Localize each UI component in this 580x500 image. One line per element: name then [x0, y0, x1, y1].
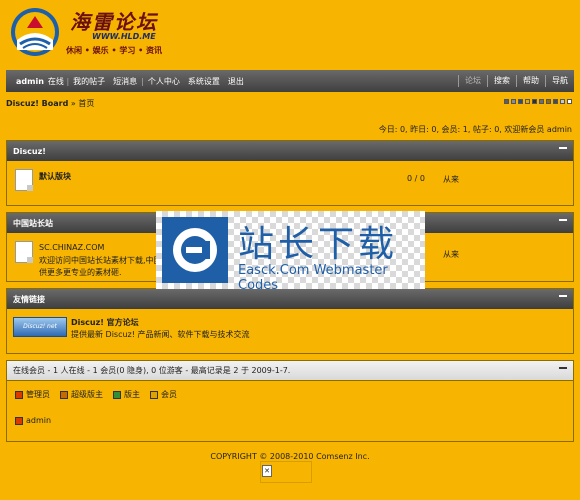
forum-status-icon	[15, 241, 33, 263]
forum-last-post: 从来	[443, 175, 459, 184]
discuz-link-logo[interactable]: Discuz! net	[13, 317, 67, 337]
broken-image-icon: ✕	[262, 465, 272, 477]
link-name[interactable]: Discuz! 官方论坛	[71, 317, 139, 328]
legend-label: 管理员	[26, 390, 50, 399]
forum-status-icon	[15, 169, 33, 191]
forum-last-post: 从来	[443, 250, 459, 259]
nav-my-posts[interactable]: 我的帖子	[69, 76, 109, 87]
style-swatch[interactable]	[546, 99, 551, 104]
forum-description-line: 供更多更专业的素材砸.	[39, 268, 122, 277]
moderator-icon	[113, 390, 121, 399]
breadcrumb-sep: »	[70, 99, 76, 108]
member-icon	[150, 390, 158, 399]
breadcrumb-board[interactable]: Discuz! Board	[6, 99, 68, 108]
nav-navigation[interactable]: 导航	[545, 75, 574, 87]
collapse-icon[interactable]	[559, 147, 567, 149]
category-header: Discuz!	[7, 141, 573, 161]
style-swatch[interactable]	[511, 99, 516, 104]
legend-member: 会员	[150, 389, 177, 400]
legend-super-moderator: 超级版主	[60, 389, 103, 400]
category-discuz: Discuz! 默认版块 0 / 0 从来	[6, 140, 574, 206]
online-user-item: admin	[7, 400, 573, 425]
collapse-icon[interactable]	[559, 219, 567, 221]
watermark-cn: 站长下载	[238, 224, 399, 265]
forum-row: 默认版块 0 / 0 从来	[7, 161, 573, 205]
online-username[interactable]: admin	[26, 416, 51, 425]
nav-logout[interactable]: 退出	[224, 76, 248, 87]
super-moderator-icon	[60, 390, 68, 399]
style-swatch[interactable]	[518, 99, 523, 104]
legend-admin: 管理员	[15, 389, 50, 400]
nav-online-status: 在线	[47, 76, 64, 86]
style-swatch[interactable]	[525, 99, 530, 104]
nav-forum[interactable]: 论坛	[458, 75, 487, 87]
top-navbar: admin 在线 | 我的帖子 短消息 | 个人中心 系统设置 退出 论坛 搜索…	[6, 70, 574, 92]
link-description: 提供最新 Discuz! 产品新闻、软件下载与技术交流	[71, 330, 250, 339]
style-swatch[interactable]	[532, 99, 537, 104]
style-swatch[interactable]	[504, 99, 509, 104]
online-header: 在线会员 - 1 人在线 - 1 会员(0 隐身), 0 位游客 - 最高记录是…	[7, 361, 573, 381]
style-swatch[interactable]	[567, 99, 572, 104]
online-members-section: 在线会员 - 1 人在线 - 1 会员(0 隐身), 0 位游客 - 最高记录是…	[6, 360, 574, 442]
site-header: 海雷论坛 WWW.HLD.ME 休闲 • 娱乐 • 学习 • 资讯	[0, 0, 580, 70]
watermark-en: Easck.Com Webmaster Codes	[238, 263, 388, 293]
breadcrumb: Discuz! Board » 首页	[6, 98, 94, 109]
legend-label: 超级版主	[71, 390, 103, 399]
nav-settings[interactable]: 系统设置	[184, 76, 224, 87]
site-url: WWW.HLD.ME	[92, 32, 156, 41]
style-switcher	[504, 99, 572, 104]
nav-messages[interactable]: 短消息	[109, 76, 141, 87]
style-swatch[interactable]	[539, 99, 544, 104]
legend-label: 版主	[124, 390, 140, 399]
online-summary: 在线会员 - 1 人在线 - 1 会员(0 隐身), 0 位游客 - 最高记录是…	[13, 366, 291, 375]
legend-label: 会员	[161, 390, 177, 399]
forum-stats: 今日: 0, 昨日: 0, 会员: 1, 帖子: 0, 欢迎新会员 admin	[378, 125, 572, 134]
nav-search[interactable]: 搜索	[487, 75, 516, 87]
category-title[interactable]: Discuz!	[13, 147, 46, 156]
forum-topic-post-count: 0 / 0	[407, 174, 425, 183]
collapse-icon[interactable]	[559, 295, 567, 297]
link-row: Discuz! net Discuz! 官方论坛 提供最新 Discuz! 产品…	[7, 309, 573, 353]
footer-copyright: COPYRIGHT © 2008-2010 Comsenz Inc.	[210, 452, 370, 461]
watermark-overlay: 站长下载 Easck.Com Webmaster Codes	[156, 211, 425, 293]
site-title: 海雷论坛	[70, 10, 158, 34]
forum-name[interactable]: 默认版块	[39, 171, 71, 182]
nav-username[interactable]: admin	[12, 77, 48, 86]
member-legend: 管理员 超级版主 版主 会员	[7, 381, 573, 400]
nav-profile[interactable]: 个人中心	[144, 76, 184, 87]
links-title: 友情链接	[13, 294, 45, 304]
friend-links-section: 友情链接 Discuz! net Discuz! 官方论坛 提供最新 Discu…	[6, 288, 574, 354]
breadcrumb-home[interactable]: 首页	[78, 99, 94, 108]
admin-icon	[15, 416, 23, 425]
admin-icon	[15, 390, 23, 399]
nav-help[interactable]: 帮助	[516, 75, 545, 87]
site-slogan: 休闲 • 娱乐 • 学习 • 资讯	[66, 46, 163, 55]
forum-name[interactable]: SC.CHINAZ.COM	[39, 243, 104, 252]
legend-moderator: 版主	[113, 389, 140, 400]
collapse-icon[interactable]	[559, 367, 567, 369]
style-swatch[interactable]	[560, 99, 565, 104]
easck-logo-icon	[162, 217, 228, 283]
category-title[interactable]: 中国站长站	[13, 218, 53, 229]
style-swatch[interactable]	[553, 99, 558, 104]
forum-logo-icon[interactable]	[8, 6, 63, 58]
